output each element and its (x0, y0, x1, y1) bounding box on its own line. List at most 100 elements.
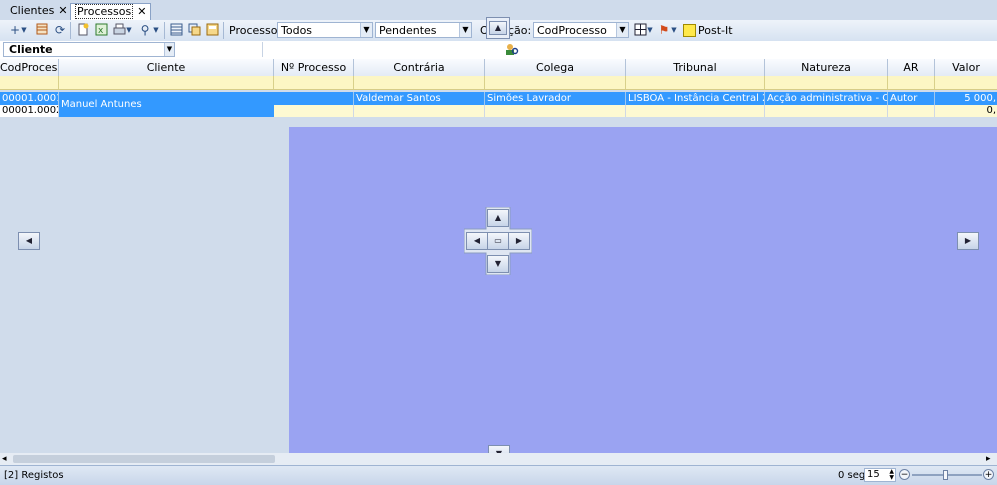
cell-valor[interactable]: 0, (935, 105, 997, 117)
column-header-cliente[interactable]: Cliente (59, 59, 274, 76)
cell-ar[interactable]: Autor (888, 92, 935, 105)
tab-processos-close-icon[interactable]: ✕ (137, 5, 146, 18)
column-header-ar[interactable]: AR (888, 59, 935, 76)
chevron-down-icon: ▼ (459, 23, 471, 37)
grid-empty-area (0, 117, 289, 465)
auto-filter-cell[interactable] (274, 76, 354, 89)
add-dropdown-chevron-icon[interactable]: ▼ (20, 23, 28, 37)
ordenacao-value: CodProcesso (537, 24, 607, 37)
tab-processos[interactable]: Processos ✕ (70, 3, 152, 20)
cell-natureza[interactable]: Acção administrativa - Ordinª (765, 92, 888, 105)
dock-center-bottom-icon[interactable]: ▼ (487, 255, 509, 273)
dock-guide-center: ▲ ◀ ▭ ▶ ▼ (464, 207, 532, 275)
timer-label: 0 seg (838, 470, 866, 481)
ordenacao-select[interactable]: CodProcesso ▼ (533, 22, 629, 38)
cell-valor[interactable]: 5 000, (935, 92, 997, 105)
ordenacao-label-end: ção: (508, 24, 532, 37)
zoom-out-icon[interactable]: − (899, 469, 910, 480)
auto-filter-cell[interactable] (626, 76, 765, 89)
column-header-codprocesso[interactable]: CodProcesso (0, 59, 59, 76)
column-header-nprocesso[interactable]: Nº Processo (274, 59, 354, 76)
column-header-colega[interactable]: Colega (485, 59, 626, 76)
cell-codprocesso[interactable]: 00001.0002 (0, 105, 59, 117)
scroll-left-icon[interactable]: ◂ (2, 453, 7, 465)
auto-filter-cell[interactable] (0, 76, 59, 89)
tab-clientes-close-icon[interactable]: ✕ (58, 4, 67, 17)
new-document-icon[interactable] (76, 23, 90, 37)
postit-button-label[interactable]: Post-It (698, 24, 733, 37)
tab-processos-label: Processos (75, 4, 134, 19)
auto-filter-cell[interactable] (485, 76, 626, 89)
cell-ar[interactable] (888, 105, 935, 117)
dock-center-left-icon[interactable]: ◀ (466, 232, 488, 250)
delete-record-icon[interactable] (35, 23, 49, 37)
filter-search-input[interactable] (180, 42, 263, 57)
cell-nprocesso[interactable] (274, 105, 354, 117)
cell-colega[interactable] (485, 105, 626, 117)
dock-center-right-icon[interactable]: ▶ (508, 232, 530, 250)
scrollbar-thumb[interactable] (13, 455, 275, 463)
refresh-icon[interactable]: ⟳ (53, 23, 67, 37)
auto-filter-cell[interactable] (354, 76, 485, 89)
chevron-down-icon: ▼ (164, 43, 174, 56)
cell-colega[interactable]: Simões Lavrador (485, 92, 626, 105)
dock-target-preview (289, 127, 997, 465)
print-dropdown-chevron-icon[interactable]: ▼ (125, 23, 133, 37)
column-header-contraria[interactable]: Contrária (354, 59, 485, 76)
zoom-in-icon[interactable]: + (983, 469, 994, 480)
page-size-value: 15 (867, 469, 880, 480)
column-header-tribunal[interactable]: Tribunal (626, 59, 765, 76)
column-header-natureza[interactable]: Natureza (765, 59, 888, 76)
grid-view-icon[interactable] (169, 23, 183, 37)
dock-guide-right-icon[interactable]: ▶ (957, 232, 979, 250)
chevron-down-icon: ▼ (616, 23, 628, 37)
print-icon[interactable] (112, 23, 126, 37)
zoom-slider-knob[interactable] (943, 470, 948, 480)
postit-note-icon[interactable] (683, 24, 696, 37)
estado-filter-value: Pendentes (379, 24, 437, 37)
cell-contraria[interactable]: Valdemar Santos (354, 92, 485, 105)
layout-dropdown-chevron-icon[interactable]: ▼ (646, 23, 654, 37)
cell-codprocesso[interactable]: 00001.0001 (0, 92, 59, 105)
pin-dropdown-chevron-icon[interactable]: ▼ (670, 23, 678, 37)
find-binoculars-icon[interactable]: ⚲ (138, 23, 152, 37)
tab-clientes[interactable]: Clientes ✕ (6, 3, 72, 19)
map-pin-icon[interactable]: ⚑ (657, 23, 671, 37)
column-header-valor[interactable]: Valor (935, 59, 997, 76)
filter-field-value: Cliente (9, 43, 53, 56)
export-excel-icon[interactable]: x (94, 23, 108, 37)
cell-cliente-merged[interactable]: Manuel Antunes (59, 92, 274, 117)
toolbar-separator (164, 22, 165, 39)
find-dropdown-chevron-icon[interactable]: ▼ (152, 23, 160, 37)
toolbar-separator (70, 22, 71, 39)
scroll-right-icon[interactable]: ▸ (986, 453, 991, 465)
auto-filter-cell[interactable] (765, 76, 888, 89)
chevron-down-icon: ▼ (360, 23, 372, 37)
form-view-icon[interactable] (205, 23, 219, 37)
dock-top-arrow-icon: ▲ (489, 21, 507, 35)
filter-field-select[interactable]: Cliente ▼ (3, 42, 175, 57)
cell-contraria[interactable] (354, 105, 485, 117)
dock-center-tab-icon[interactable]: ▭ (487, 232, 509, 250)
page-size-spinner[interactable]: 15 ▲ ▼ (864, 468, 896, 482)
cell-tribunal[interactable] (626, 105, 765, 117)
layout-grid-icon[interactable] (633, 23, 647, 37)
auto-filter-cell[interactable] (59, 76, 274, 89)
auto-filter-cell[interactable] (888, 76, 935, 89)
contacts-search-icon[interactable] (505, 43, 519, 56)
copy-records-icon[interactable] (187, 23, 201, 37)
record-count-label: [2] Registos (4, 470, 64, 481)
estado-filter-select[interactable]: Pendentes ▼ (375, 22, 472, 38)
spinner-up-icon[interactable]: ▲ ▼ (889, 469, 894, 481)
cell-natureza[interactable] (765, 105, 888, 117)
cell-nprocesso[interactable] (274, 92, 354, 105)
tab-clientes-label: Clientes (10, 4, 55, 17)
dock-guide-left-icon[interactable]: ◀ (18, 232, 40, 250)
svg-text:x: x (98, 26, 104, 36)
dock-center-top-icon[interactable]: ▲ (487, 209, 509, 227)
dock-guide-top[interactable]: ▲ (486, 17, 510, 39)
cell-tribunal[interactable]: LISBOA - Instância Central 2.ª Se (626, 92, 765, 105)
processos-filter-select[interactable]: Todos ▼ (277, 22, 373, 38)
horizontal-scrollbar[interactable]: ◂ ▸ (0, 453, 997, 465)
toolbar-separator (223, 22, 224, 39)
